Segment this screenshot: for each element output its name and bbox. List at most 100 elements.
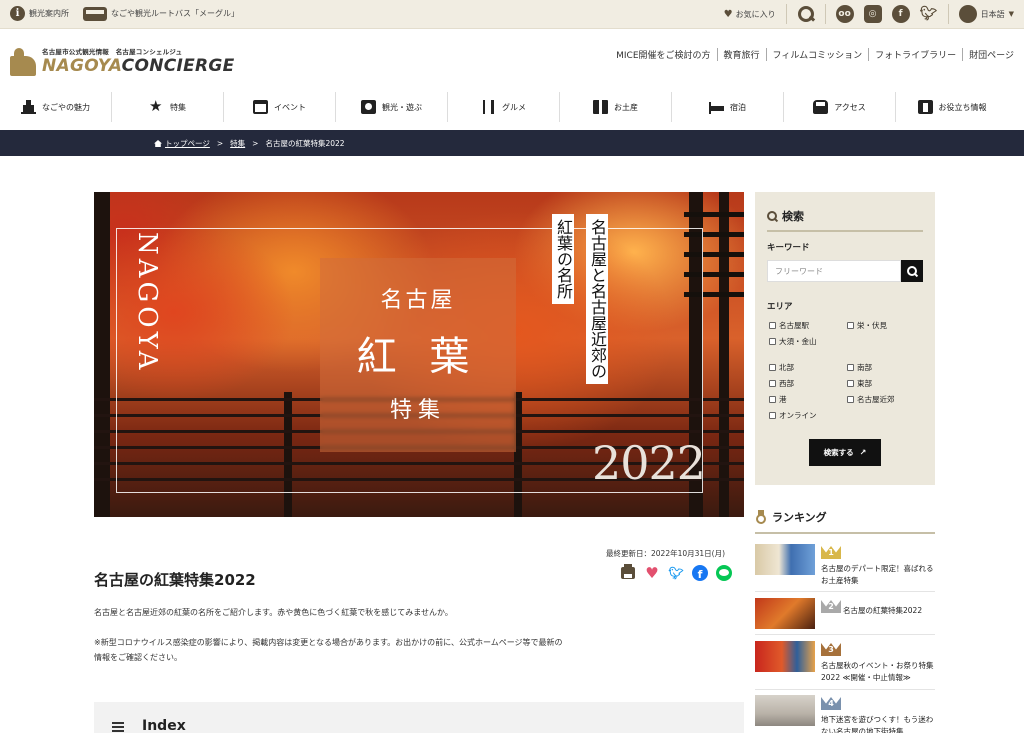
hero-year: 2022 <box>592 436 706 490</box>
area-checkbox-osu-kanayama[interactable]: 大須・金山 <box>769 336 817 347</box>
crown-icon: 3 <box>821 641 841 658</box>
hero-image: NAGOYA 名古屋 紅 葉 特集 名古屋と名古屋近郊の 紅葉の名所 2022 <box>94 192 744 517</box>
header-link-mice[interactable]: MICE開催をご検討の方 <box>610 48 718 61</box>
divider <box>755 689 935 690</box>
main-nav: なごやの魅力 特集 イベント 観光・遊ぶ グルメ お土産 宿泊 アクセス お役立… <box>0 92 1024 122</box>
area-checkbox-port[interactable]: 港 <box>769 394 787 405</box>
hero-nagoya-text: NAGOYA <box>132 232 162 374</box>
hero-vertical-text-1: 名古屋と名古屋近郊の <box>586 214 608 384</box>
area-checkbox-sakae-fushimi[interactable]: 栄・伏見 <box>847 320 887 331</box>
print-button[interactable] <box>620 564 636 581</box>
hero-title-box: 名古屋 紅 葉 特集 <box>320 258 516 452</box>
notice-text-1: ※新型コロナウイルス感染症の影響により、掲載内容は変更となる場合があります。お出… <box>94 638 563 647</box>
area-checkbox-online[interactable]: オンライン <box>769 410 817 421</box>
tripadvisor-icon[interactable]: oo <box>835 5 854 23</box>
ranking-item[interactable]: 2 名古屋の紅葉特集2022 <box>755 598 935 638</box>
printer-icon <box>621 564 635 579</box>
nav-item-access[interactable]: アクセス <box>784 92 896 122</box>
search-panel: 検索 キーワード エリア 名古屋駅 栄・伏見 大須・金山 北部 南部 西部 東部… <box>755 192 935 485</box>
nav-item-events[interactable]: イベント <box>224 92 336 122</box>
tourist-info-label: 観光案内所 <box>29 9 69 18</box>
logo-subtitle: 名古屋市公式観光情報 名古屋コンシェルジュ <box>42 48 183 56</box>
facebook-icon[interactable]: f <box>891 5 910 23</box>
index-box[interactable]: Index <box>94 702 744 733</box>
breadcrumb-bar: トップページ > 特集 > 名古屋の紅葉特集2022 <box>0 130 1024 156</box>
breadcrumb-separator: > <box>216 139 224 148</box>
search-icon <box>767 210 778 222</box>
breadcrumb-home[interactable]: トップページ <box>154 138 210 149</box>
keyword-search-button[interactable] <box>901 260 923 282</box>
twitter-share-button[interactable]: 🐦︎ <box>668 565 684 581</box>
hero-slat <box>684 212 744 217</box>
favorites-link[interactable]: ♥ お気に入り <box>724 4 787 24</box>
area-checkbox-east[interactable]: 東部 <box>847 378 872 389</box>
keyword-input[interactable] <box>767 260 901 282</box>
tourist-info-link[interactable]: i 観光案内所 <box>10 6 69 21</box>
facebook-icon: f <box>692 565 708 581</box>
nav-item-gourmet[interactable]: グルメ <box>448 92 560 122</box>
ranking-text: 地下迷宮を遊びつくす！もう迷わない名古屋の地下街特集 <box>821 715 934 733</box>
ranking-text: 名古屋のデパート限定！喜ばれるお土産特集 <box>821 564 934 585</box>
area-label: エリア <box>767 302 793 312</box>
twitter-icon[interactable]: 🐦︎ <box>920 5 938 23</box>
language-selector[interactable]: 日本語 ▼ <box>958 5 1014 23</box>
nav-item-features[interactable]: 特集 <box>112 92 224 122</box>
ranking-thumbnail <box>755 598 815 629</box>
ranking-item[interactable]: 3 名古屋秋のイベント・お祭り特集2022 ≪開催・中止情報≫ <box>755 641 935 682</box>
ranking-text: 名古屋の紅葉特集2022 <box>843 606 923 615</box>
header-link-foundation[interactable]: 財団ページ <box>963 48 1014 61</box>
index-title: Index <box>142 718 186 733</box>
area-checkbox-suburbs[interactable]: 名古屋近郊 <box>847 394 895 405</box>
bed-icon <box>709 100 724 114</box>
info-icon: i <box>10 6 25 21</box>
area-checkbox-nagoya-station[interactable]: 名古屋駅 <box>769 320 809 331</box>
line-share-button[interactable] <box>716 565 732 581</box>
breadcrumb-features[interactable]: 特集 <box>230 138 245 149</box>
search-submit-button[interactable]: 検索する ↗ <box>809 439 881 466</box>
favorite-button[interactable]: ♥ <box>644 565 660 581</box>
header-link-education[interactable]: 教育旅行 <box>718 48 767 61</box>
nav-item-stay[interactable]: 宿泊 <box>672 92 784 122</box>
divider <box>755 634 935 635</box>
camera-icon <box>361 100 376 114</box>
ranking-text: 名古屋秋のイベント・お祭り特集2022 ≪開催・中止情報≫ <box>821 661 934 682</box>
breadcrumb-separator: > <box>252 139 259 148</box>
meguru-bus-label: なごや観光ルートバス「メーグル」 <box>111 9 239 18</box>
header-link-photo[interactable]: フォトライブラリー <box>869 48 964 61</box>
arrow-icon: ↗ <box>859 448 867 457</box>
hero-title-line2: 紅 葉 <box>356 334 480 380</box>
heart-icon: ♥ <box>645 564 659 582</box>
search-icon[interactable] <box>797 5 815 23</box>
instagram-icon[interactable]: ◎ <box>863 5 882 23</box>
logo-title: NAGOYACONCIERGE <box>42 56 235 76</box>
hero-post <box>719 192 729 517</box>
breadcrumb-current: 名古屋の紅葉特集2022 <box>265 139 345 148</box>
share-buttons: ♥ 🐦︎ f <box>620 564 732 581</box>
ranking-heading: ランキング <box>755 509 935 534</box>
area-checkbox-south[interactable]: 南部 <box>847 362 872 373</box>
site-logo[interactable]: 名古屋市公式観光情報 名古屋コンシェルジュ NAGOYACONCIERGE <box>10 46 235 76</box>
star-icon <box>149 97 164 115</box>
meguru-bus-link[interactable]: なごや観光ルートバス「メーグル」 <box>83 6 239 21</box>
nav-item-charm[interactable]: なごやの魅力 <box>0 92 112 122</box>
fork-knife-icon <box>481 100 496 114</box>
nav-item-sightseeing[interactable]: 観光・遊ぶ <box>336 92 448 122</box>
gift-icon <box>593 100 608 114</box>
breadcrumb: トップページ > 特集 > 名古屋の紅葉特集2022 <box>154 138 345 149</box>
nav-item-souvenirs[interactable]: お土産 <box>560 92 672 122</box>
header-link-film[interactable]: フィルムコミッション <box>767 48 870 61</box>
facebook-share-button[interactable]: f <box>692 565 708 581</box>
notice-text-2: 情報をご確認ください。 <box>94 653 182 662</box>
bus-icon <box>83 6 107 21</box>
area-checkbox-west[interactable]: 西部 <box>769 378 794 389</box>
nav-item-useful-info[interactable]: お役立ち情報 <box>896 92 1008 122</box>
last-updated: 最終更新日：2022年10月31日(月) <box>606 549 726 558</box>
medal-icon <box>755 510 767 524</box>
ranking-item[interactable]: 4 地下迷宮を遊びつくす！もう迷わない名古屋の地下街特集 <box>755 695 935 733</box>
hero-vertical-text-2: 紅葉の名所 <box>552 214 574 304</box>
search-icon <box>906 265 918 277</box>
ranking-item[interactable]: 1 名古屋のデパート限定！喜ばれるお土産特集 <box>755 544 935 585</box>
area-checkbox-north[interactable]: 北部 <box>769 362 794 373</box>
shachihoko-logo-icon <box>10 46 36 76</box>
twitter-icon: 🐦︎ <box>668 566 684 580</box>
